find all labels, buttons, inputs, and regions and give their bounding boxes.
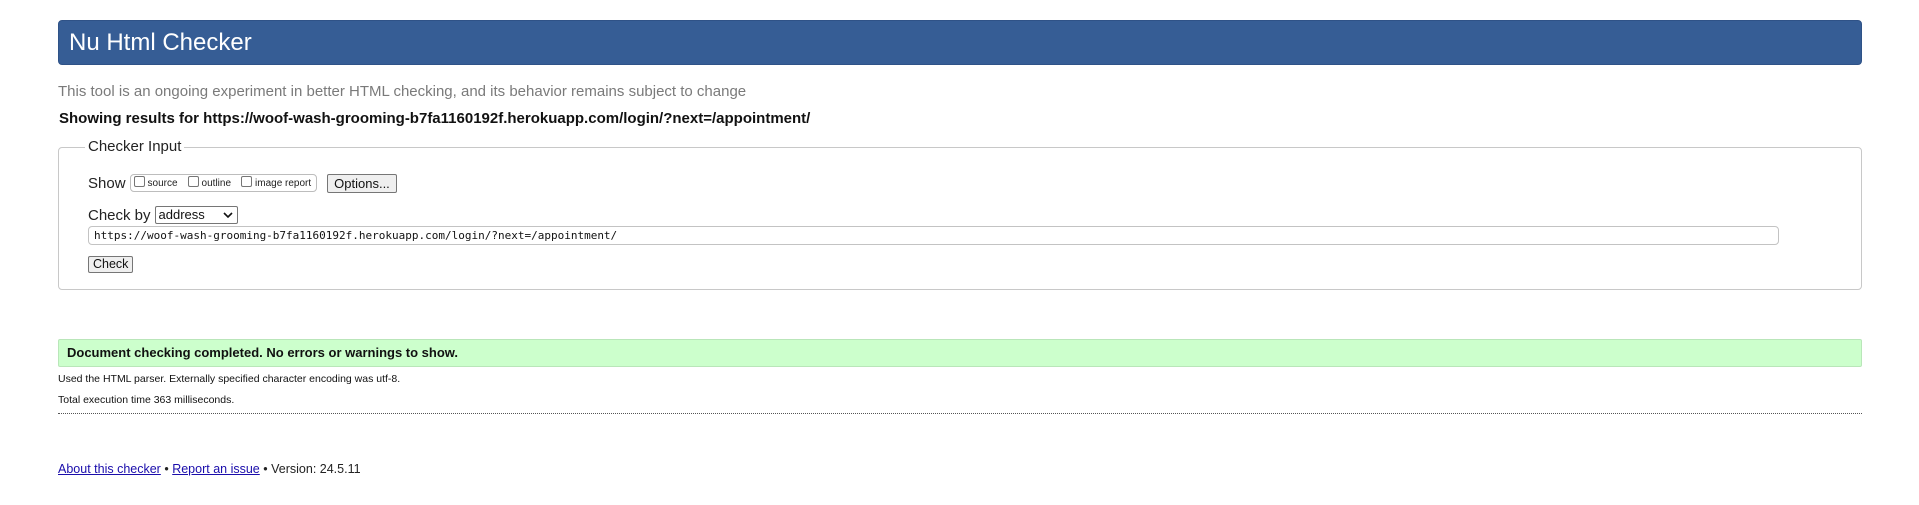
- dotted-divider: [58, 413, 1862, 414]
- check-button[interactable]: Check: [88, 256, 134, 273]
- outline-checkbox-label: outline: [201, 177, 232, 189]
- source-checkbox[interactable]: [133, 175, 145, 187]
- chevron-down-icon: [222, 212, 233, 219]
- show-label: Show: [88, 174, 126, 192]
- options-button[interactable]: Options...: [327, 173, 397, 193]
- checker-input-fieldset: Checker Input Show source outline image …: [58, 138, 1862, 290]
- show-options-row: Show source outline image report Options…: [88, 172, 397, 194]
- check-by-selected-value: address: [158, 207, 205, 222]
- source-option[interactable]: source: [133, 175, 178, 189]
- page-title: Nu Html Checker: [69, 29, 252, 56]
- execution-time-text: Total execution time 363 milliseconds.: [58, 394, 235, 406]
- check-by-label: Check by: [88, 206, 151, 224]
- footer: About this checker • Report an issue • V…: [58, 461, 361, 477]
- image-report-checkbox[interactable]: [241, 175, 253, 187]
- report-issue-link[interactable]: Report an issue: [172, 462, 260, 476]
- subtitle-text: This tool is an ongoing experiment in be…: [58, 83, 747, 100]
- check-by-select[interactable]: address: [154, 206, 238, 224]
- check-by-row: Check by address: [88, 206, 238, 224]
- image-report-checkbox-label: image report: [255, 177, 312, 189]
- outline-option[interactable]: outline: [187, 175, 232, 189]
- image-report-option[interactable]: image report: [241, 175, 312, 189]
- header-banner: Nu Html Checker: [58, 20, 1862, 65]
- nu-html-checker-page: Nu Html Checker This tool is an ongoing …: [0, 0, 1919, 505]
- parser-info-text: Used the HTML parser. Externally specifi…: [58, 373, 401, 385]
- show-checkbox-group: source outline image report: [129, 174, 318, 192]
- about-checker-link[interactable]: About this checker: [58, 462, 161, 476]
- success-message: Document checking completed. No errors o…: [58, 339, 1862, 367]
- showing-results-heading: Showing results for https://woof-wash-gr…: [59, 110, 811, 127]
- url-input[interactable]: https://woof-wash-grooming-b7fa1160192f.…: [88, 226, 1779, 245]
- footer-separator-2: •: [263, 462, 268, 476]
- footer-separator-1: •: [164, 462, 169, 476]
- source-checkbox-label: source: [147, 177, 178, 189]
- outline-checkbox[interactable]: [187, 175, 199, 187]
- version-text: Version: 24.5.11: [271, 462, 361, 476]
- checker-input-legend: Checker Input: [85, 138, 185, 156]
